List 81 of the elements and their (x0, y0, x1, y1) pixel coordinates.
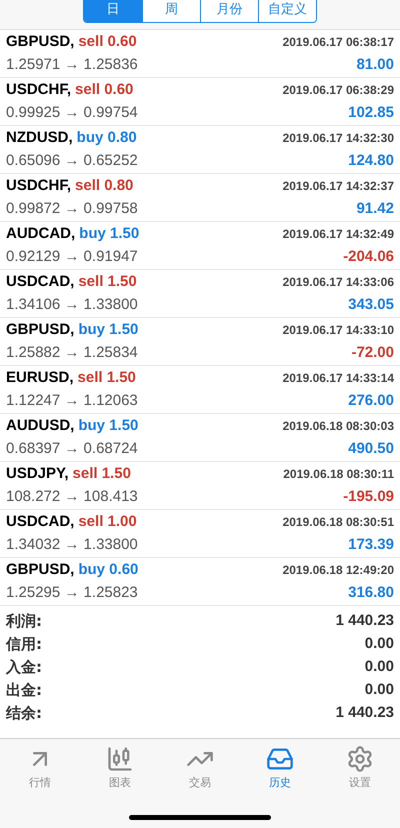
profit-label: -195.09 (343, 486, 394, 506)
summary-value: 1 440.23 (336, 703, 394, 724)
volume-label: buy 0.60 (78, 560, 138, 580)
deal-row[interactable]: AUDUSD, buy 1.50 2019.06.18 08:30:03 0.68397 → 0.68724 490.50 (0, 414, 400, 462)
deal-time: 2019.06.17 14:32:30 (282, 130, 394, 148)
volume-label: sell 1.00 (78, 512, 137, 532)
profit-label: -204.06 (343, 246, 394, 266)
price-label: 1.34032 → 1.33800 (6, 534, 138, 554)
symbol-label: EURUSD, (6, 368, 74, 388)
tab-bar-item[interactable]: 历史 (250, 745, 310, 792)
deal-time: 2019.06.18 08:30:03 (282, 418, 394, 436)
symbol-label: USDCAD, (6, 512, 74, 532)
symbol-label: USDJPY, (6, 464, 69, 484)
summary-label: 出金: (6, 680, 42, 702)
symbol-label: NZDUSD, (6, 128, 73, 148)
price-label: 0.99872 → 0.99758 (6, 198, 138, 218)
summary-value: 0.00 (364, 657, 394, 678)
symbol-label: USDCHF, (6, 80, 72, 100)
profit-label: 102.85 (348, 102, 394, 122)
deal-time: 2019.06.17 14:33:06 (282, 274, 394, 292)
price-label: 1.25295 → 1.25823 (6, 582, 138, 602)
deal-time: 2019.06.17 06:38:29 (282, 82, 394, 100)
deal-time: 2019.06.17 14:33:14 (282, 370, 394, 388)
symbol-label: GBPUSD, (6, 32, 74, 52)
price-label: 0.92129 → 0.91947 (6, 246, 138, 266)
profit-label: 124.80 (348, 150, 394, 170)
symbol-label: AUDUSD, (6, 416, 74, 436)
deal-time: 2019.06.17 06:38:17 (282, 34, 394, 52)
deal-time: 2019.06.17 14:33:10 (282, 322, 394, 340)
profit-label: -72.00 (351, 342, 394, 362)
profit-label: 173.39 (348, 534, 394, 554)
deal-row[interactable]: GBPUSD, sell 0.60 2019.06.17 06:38:17 1.25971 → 1.25836 81.00 (0, 30, 400, 78)
settings-icon (346, 745, 374, 773)
volume-label: sell 1.50 (78, 272, 137, 292)
deal-row[interactable]: NZDUSD, buy 0.80 2019.06.17 14:32:30 0.65096 → 0.65252 124.80 (0, 126, 400, 174)
price-label: 0.65096 → 0.65252 (6, 150, 138, 170)
price-label: 108.272 → 108.413 (6, 486, 138, 506)
profit-label: 81.00 (356, 54, 394, 74)
deal-row[interactable]: GBPUSD, buy 0.60 2019.06.18 12:49:20 1.25295 → 1.25823 316.80 (0, 558, 400, 606)
summary-label: 信用: (6, 634, 42, 656)
symbol-label: USDCHF, (6, 176, 72, 196)
period-tab[interactable]: 月份 (200, 0, 258, 22)
volume-label: sell 0.60 (75, 80, 134, 100)
volume-label: buy 1.50 (78, 320, 138, 340)
volume-label: buy 0.80 (76, 128, 137, 148)
volume-label: sell 1.50 (78, 368, 136, 388)
symbol-label: GBPUSD, (6, 560, 74, 580)
period-tab[interactable]: 周 (142, 0, 200, 22)
deal-time: 2019.06.18 08:30:51 (282, 514, 394, 532)
symbol-label: USDCAD, (6, 272, 74, 292)
volume-label: sell 0.80 (75, 176, 134, 196)
price-label: 1.25971 → 1.25836 (6, 54, 138, 74)
summary-label: 利润: (6, 611, 42, 632)
volume-label: buy 1.50 (79, 224, 140, 244)
summary-label: 入金: (6, 657, 42, 678)
deal-time: 2019.06.18 12:49:20 (282, 562, 394, 580)
price-label: 1.34106 → 1.33800 (6, 294, 138, 314)
deal-time: 2019.06.18 08:30:11 (283, 466, 394, 484)
profit-label: 343.05 (348, 294, 394, 314)
deal-time: 2019.06.17 14:32:37 (282, 178, 394, 196)
candlestick-icon (106, 745, 134, 773)
symbol-label: AUDCAD, (6, 224, 76, 244)
price-label: 1.25882 → 1.25834 (6, 342, 138, 362)
profit-label: 490.50 (348, 438, 394, 458)
summary-label: 结余: (6, 703, 42, 724)
volume-label: buy 1.50 (78, 416, 138, 436)
price-label: 0.99925 → 0.99754 (6, 102, 138, 122)
summary-value: 0.00 (364, 680, 394, 700)
volume-label: sell 0.60 (78, 32, 137, 52)
period-tab[interactable]: 自定义 (258, 0, 316, 22)
period-tab[interactable]: 日 (84, 0, 142, 22)
price-label: 1.12247 → 1.12063 (6, 390, 138, 410)
summary-value: 0.00 (364, 634, 394, 654)
summary-value: 1 440.23 (336, 611, 394, 632)
profit-label: 91.42 (356, 198, 394, 218)
symbol-label: GBPUSD, (6, 320, 74, 340)
price-label: 0.68397 → 0.68724 (6, 438, 138, 458)
volume-label: sell 1.50 (72, 464, 131, 484)
profit-label: 316.80 (348, 582, 394, 602)
profit-label: 276.00 (348, 390, 394, 410)
deal-time: 2019.06.17 14:32:49 (282, 226, 394, 244)
